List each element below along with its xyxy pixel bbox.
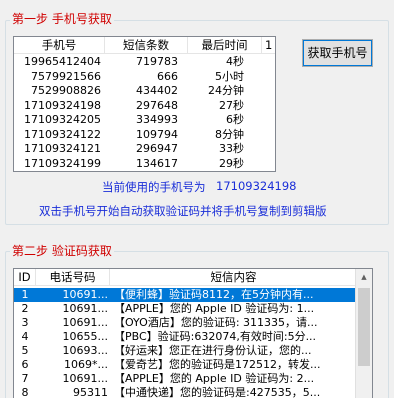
- sms-content-cell: 【PBC】验证码:632074,有效时间:5分...: [114, 330, 317, 343]
- sms-count-cell: 296947: [136, 142, 178, 155]
- last-time-cell: 33秒: [219, 142, 244, 155]
- sms-count-cell: 434402: [136, 84, 178, 97]
- scroll-up-arrow-icon[interactable]: ▲: [356, 269, 372, 286]
- phone-number-cell: 17109324198: [24, 98, 101, 112]
- sms-content-cell: 【便利蜂】验证码8112，在5分钟内有...: [110, 288, 357, 302]
- hint-text: 双击手机号开始自动获取验证码并将手机号复制到剪辑版: [39, 204, 327, 218]
- current-number-value: 17109324198: [216, 179, 297, 193]
- step2-title: 第二步 验证码获取: [10, 244, 114, 258]
- sms-content-cell: 【好运来】您正在进行身份认证，您的...: [114, 344, 312, 357]
- phone-number-cell: 17109324205: [24, 113, 101, 126]
- last-time-cell: 5小时: [215, 69, 244, 83]
- phone-list-row[interactable]: 19965412404 719783 4秒: [14, 55, 262, 69]
- sms-phone-cell: 10655...: [62, 330, 108, 343]
- sms-list[interactable]: ID 电话号码 短信内容 1 10691... 【便利蜂】验证码8112，在5分钟内…: [13, 268, 373, 398]
- sms-content-cell: 【APPLE】您的 Apple ID 验证码为: 2...: [114, 372, 315, 385]
- phone-list-row[interactable]: 17109324198 297648 27秒: [14, 99, 262, 113]
- sms-content-cell: 【APPLE】您的 Apple ID 验证码为: 1...: [114, 302, 315, 315]
- phone-number-cell: 17109324122: [24, 127, 101, 141]
- sms-count-cell: 297648: [136, 98, 178, 112]
- sms-id-cell: 7: [21, 372, 29, 385]
- sms-id-cell: 8: [21, 386, 29, 398]
- scroll-thumb[interactable]: [358, 288, 370, 366]
- last-time-cell: 8分钟: [215, 127, 244, 141]
- sms-list-row[interactable]: 7 10691... 【APPLE】您的 Apple ID 验证码为: 2...: [14, 372, 357, 386]
- sms-phone-cell: 10691...: [62, 372, 108, 385]
- phone-list-header: 手机号 短信条数 最后时间 1: [14, 37, 275, 54]
- sms-id-cell: 5: [21, 344, 29, 357]
- phone-number-cell: 17109324121: [24, 142, 101, 155]
- sms-count-cell: 109794: [136, 127, 178, 141]
- sms-list-row[interactable]: 2 10691... 【APPLE】您的 Apple ID 验证码为: 1...: [14, 302, 357, 316]
- col-header-sms-content[interactable]: 短信内容: [110, 269, 357, 285]
- col-header-sms-count[interactable]: 短信条数: [105, 37, 188, 53]
- sms-count-cell: 134617: [136, 156, 178, 170]
- sms-content-cell: 【OYO酒店】您的验证码: 311335，请...: [114, 316, 318, 329]
- last-time-cell: 21秒: [188, 171, 262, 172]
- col-header-phone-number[interactable]: 电话号码: [36, 269, 110, 285]
- step1-title: 第一步 手机号获取: [10, 12, 114, 26]
- sms-count-cell: 304000: [105, 171, 188, 172]
- col-header-last-time[interactable]: 最后时间: [188, 37, 262, 53]
- phone-number-cell: 17109324204: [14, 171, 105, 172]
- sms-id-cell: 6: [21, 358, 29, 371]
- last-time-cell: 6秒: [226, 113, 244, 126]
- current-number-label: 当前使用的手机号为: [102, 180, 206, 194]
- sms-phone-cell: 10693...: [62, 344, 108, 357]
- sms-phone-cell: 10691...: [62, 302, 108, 315]
- col-header-extra[interactable]: 1: [262, 37, 275, 53]
- last-time-cell: 27秒: [219, 98, 244, 112]
- sms-id-cell: 2: [21, 302, 29, 315]
- phone-list-row[interactable]: 7529908826 434402 24分钟: [14, 84, 262, 98]
- sms-list-header: ID 电话号码 短信内容: [14, 269, 357, 286]
- phone-number-cell: 7579921566: [31, 69, 101, 83]
- sms-phone-cell: 10691...: [36, 288, 110, 302]
- phone-number-cell: 7529908826: [31, 84, 101, 97]
- sms-phone-cell: 10691...: [62, 316, 108, 329]
- sms-id-cell: 4: [21, 330, 29, 343]
- col-header-id[interactable]: ID: [14, 269, 36, 285]
- phone-number-cell: 17109324199: [24, 156, 101, 170]
- sms-content-cell: 【中通快递】您的验证码是:427535，5...: [114, 386, 321, 398]
- sms-list-scrollbar[interactable]: ▲: [355, 269, 372, 398]
- phone-list-row[interactable]: 17109324205 334993 6秒: [14, 113, 262, 127]
- sms-list-row[interactable]: 1 10691... 【便利蜂】验证码8112，在5分钟内有...: [14, 288, 357, 302]
- phone-list-row[interactable]: 17109324199 134617 29秒: [14, 157, 262, 171]
- last-time-cell: 24分钟: [208, 84, 244, 97]
- sms-list-row[interactable]: 3 10691... 【OYO酒店】您的验证码: 311335，请...: [14, 316, 357, 330]
- sms-list-row[interactable]: 6 1069*... 【爱奇艺】您的验证码是172512，转发...: [14, 358, 357, 372]
- phone-list-row[interactable]: 17109324121 296947 33秒: [14, 142, 262, 156]
- sms-count-cell: 334993: [136, 113, 178, 126]
- phone-list-row[interactable]: 17109324122 109794 8分钟: [14, 128, 262, 142]
- sms-content-cell: 【爱奇艺】您的验证码是172512，转发...: [114, 358, 321, 371]
- phone-list-row[interactable]: 7579921566 666 5小时: [14, 70, 262, 84]
- sms-list-row[interactable]: 5 10693... 【好运来】您正在进行身份认证，您的...: [14, 344, 357, 358]
- sms-phone-cell: 95311: [73, 386, 108, 398]
- col-header-phone[interactable]: 手机号: [14, 37, 105, 53]
- sms-list-row[interactable]: 8 95311 【中通快递】您的验证码是:427535，5...: [14, 386, 357, 398]
- sms-count-cell: 719783: [136, 55, 178, 68]
- last-time-cell: 4秒: [226, 55, 244, 68]
- sms-id-cell: 1: [14, 288, 36, 302]
- sms-id-cell: 3: [21, 316, 29, 329]
- last-time-cell: 29秒: [219, 156, 244, 170]
- phone-number-cell: 19965412404: [24, 55, 101, 68]
- sms-phone-cell: 1069*...: [64, 358, 108, 371]
- phone-list-row[interactable]: 1710932420430400021秒: [14, 171, 262, 172]
- sms-count-cell: 666: [157, 69, 178, 83]
- sms-list-row[interactable]: 4 10655... 【PBC】验证码:632074,有效时间:5分...: [14, 330, 357, 344]
- get-phone-number-button[interactable]: 获取手机号: [302, 39, 373, 67]
- phone-number-list[interactable]: 手机号 短信条数 最后时间 1 19965412404 719783 4秒 75799…: [13, 36, 276, 172]
